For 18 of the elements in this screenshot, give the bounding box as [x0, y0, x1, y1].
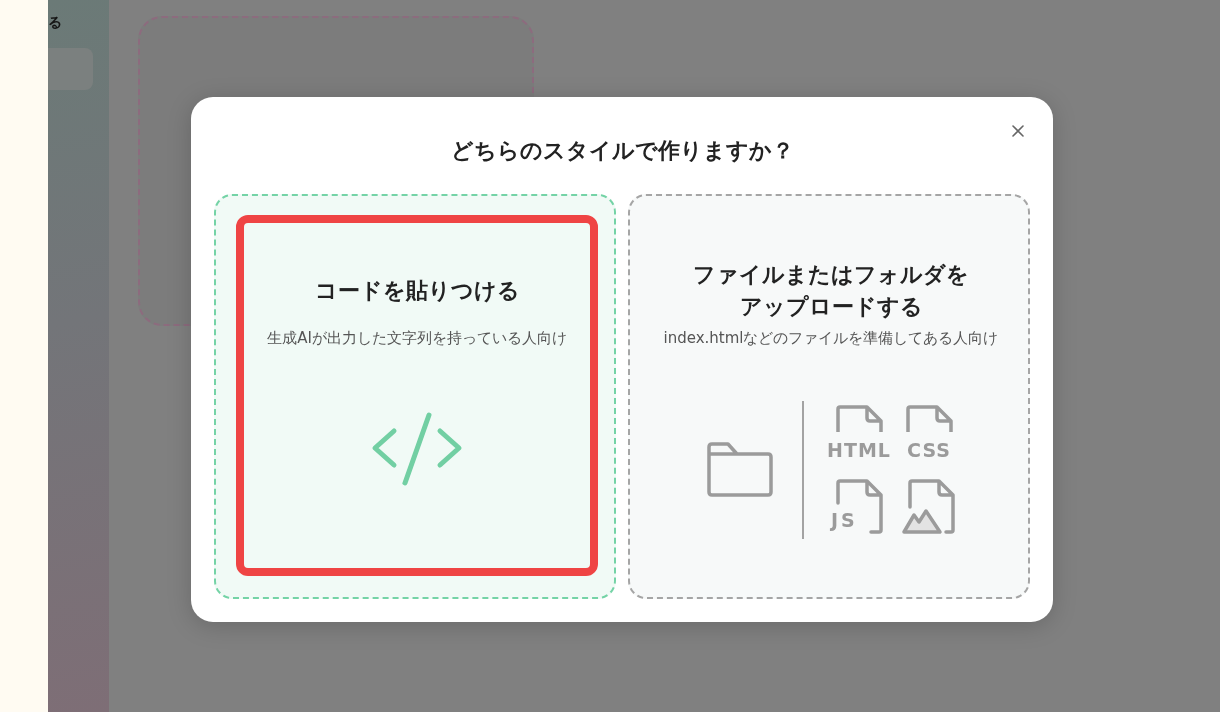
- code-icon: [370, 411, 464, 486]
- option-title: ファイルまたはフォルダをアップロードする: [692, 261, 970, 321]
- file-icon: [905, 405, 953, 432]
- image-file-icon: [902, 479, 956, 534]
- style-option-card[interactable]: ファイルまたはフォルダをアップロードする index.htmlなどのファイルを準備してある人向け HTML CSS JS: [628, 194, 1030, 599]
- file-type-label: HTML: [827, 439, 891, 461]
- option-description: index.htmlなどのファイルを準備してある人向け: [663, 328, 999, 349]
- dialog-title: どちらのスタイルで作りますか？: [450, 137, 794, 165]
- file-type-label: JS: [831, 509, 858, 531]
- sidebar-text: る: [48, 13, 62, 32]
- sidebar-card: [48, 48, 93, 90]
- option-title: コードを貼りつける: [314, 277, 520, 305]
- option-description: 生成AIが出力した文字列を持っている人向け: [267, 328, 567, 349]
- style-option-card[interactable]: コードを貼りつける 生成AIが出力した文字列を持っている人向け: [214, 194, 616, 599]
- folder-icon: [706, 441, 774, 498]
- close-icon: [1012, 125, 1024, 137]
- file-icon: [835, 405, 883, 432]
- file-type-label: CSS: [907, 439, 951, 461]
